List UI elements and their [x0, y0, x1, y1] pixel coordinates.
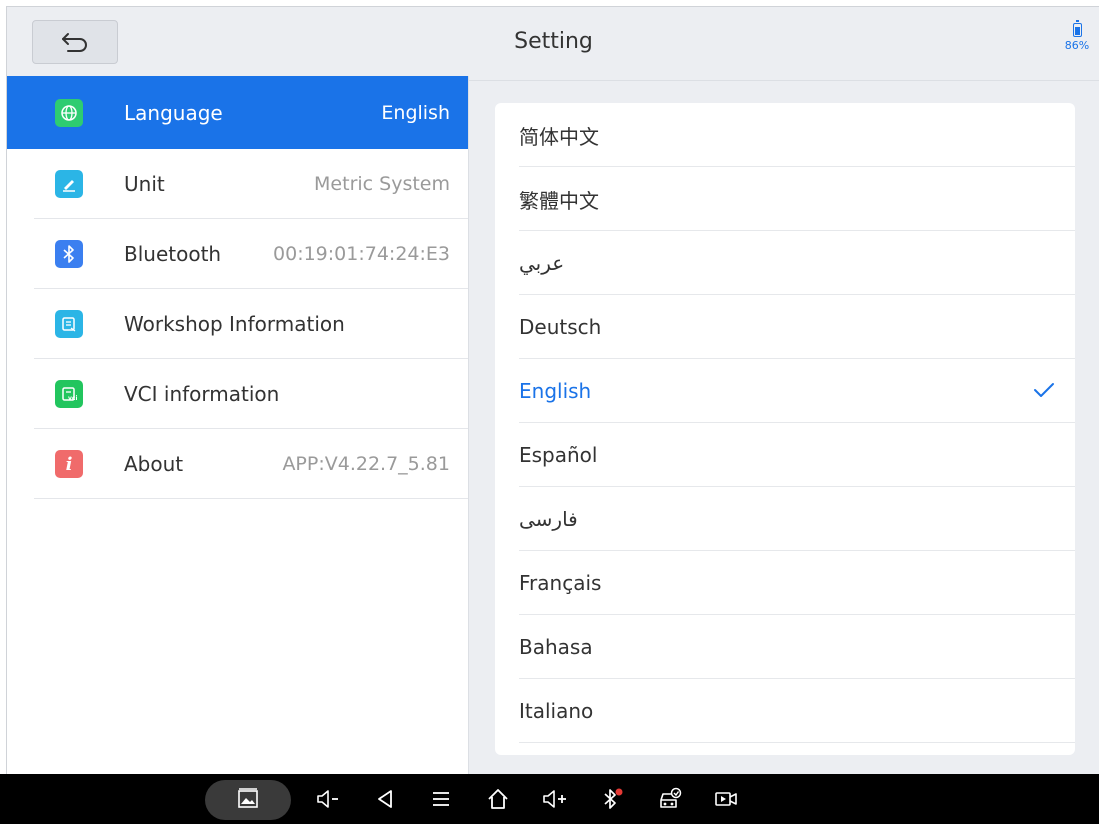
- language-list: 简体中文 繁體中文 عربي Deutsch English Español ف…: [495, 103, 1075, 755]
- battery-icon: [1072, 20, 1082, 37]
- sidebar-item-value: English: [381, 101, 450, 124]
- menu-icon[interactable]: [426, 784, 456, 814]
- system-nav-bar: [0, 774, 1099, 824]
- sidebar-item-label: About: [124, 452, 184, 476]
- sidebar-item-label: Workshop Information: [124, 312, 345, 336]
- checkmark-icon: [1034, 383, 1054, 397]
- globe-icon: [55, 98, 83, 127]
- sidebar-item-value: APP:V4.22.7_5.81: [282, 453, 450, 475]
- home-icon[interactable]: [483, 784, 513, 814]
- volume-up-icon[interactable]: [540, 784, 570, 814]
- sidebar-item-value: 00:19:01:74:24:E3: [273, 243, 450, 265]
- sidebar-item-workshop[interactable]: Workshop Information: [7, 289, 468, 359]
- back-triangle-icon[interactable]: [370, 784, 400, 814]
- language-option[interactable]: Italiano: [495, 679, 1075, 743]
- battery-percent: 86%: [1064, 39, 1090, 52]
- header-bar: Setting 86%: [7, 7, 1099, 81]
- page-title: Setting: [514, 29, 593, 54]
- sidebar-item-label: Bluetooth: [124, 242, 222, 266]
- language-option[interactable]: Deutsch: [495, 295, 1075, 359]
- sidebar-item-language[interactable]: Language English: [7, 76, 468, 149]
- language-option[interactable]: Español: [495, 423, 1075, 487]
- volume-down-icon[interactable]: [313, 784, 343, 814]
- language-option[interactable]: Bahasa: [495, 615, 1075, 679]
- car-diagnostic-icon[interactable]: [655, 784, 685, 814]
- language-option[interactable]: 繁體中文: [495, 167, 1075, 231]
- screen-record-icon[interactable]: [711, 784, 741, 814]
- sidebar-item-vci[interactable]: vci VCI information: [7, 359, 468, 429]
- workshop-doc-icon: [55, 310, 83, 338]
- language-option[interactable]: فارسی: [495, 487, 1075, 551]
- info-icon: i: [55, 450, 83, 478]
- bluetooth-icon: [55, 240, 83, 268]
- language-option-selected[interactable]: English: [495, 359, 1075, 423]
- settings-sidebar: Language English Unit Metric System Blue…: [7, 76, 469, 781]
- vci-doc-icon: vci: [55, 380, 83, 408]
- svg-text:vci: vci: [68, 395, 77, 402]
- sidebar-item-label: Language: [124, 100, 223, 125]
- bluetooth-off-icon[interactable]: [597, 784, 627, 814]
- language-option-label: English: [519, 379, 592, 403]
- sidebar-item-unit[interactable]: Unit Metric System: [7, 149, 468, 219]
- sidebar-item-bluetooth[interactable]: Bluetooth 00:19:01:74:24:E3: [7, 219, 468, 289]
- sidebar-item-value: Metric System: [314, 173, 450, 195]
- sidebar-item-about[interactable]: i About APP:V4.22.7_5.81: [7, 429, 468, 499]
- ruler-pen-icon: [55, 170, 83, 198]
- gallery-icon[interactable]: [233, 784, 263, 814]
- battery-indicator: 86%: [1060, 20, 1094, 52]
- settings-window: Setting 86% Language English Unit Metric…: [6, 6, 1099, 824]
- sidebar-item-label: Unit: [124, 172, 165, 196]
- sidebar-item-label: VCI information: [124, 382, 280, 406]
- language-option[interactable]: Français: [495, 551, 1075, 615]
- language-option[interactable]: عربي: [495, 231, 1075, 295]
- language-option[interactable]: 简体中文: [495, 103, 1075, 167]
